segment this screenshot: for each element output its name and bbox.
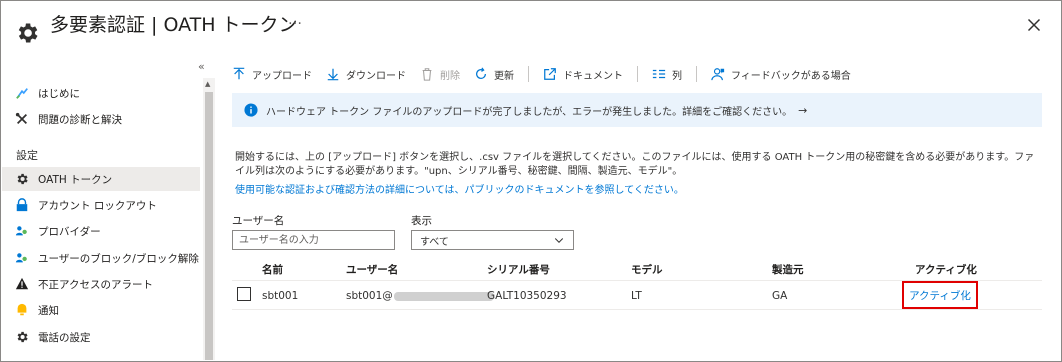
- documentation-button[interactable]: ドキュメント: [543, 67, 623, 82]
- highlight-box: アクティブ化: [902, 281, 978, 309]
- activate-link[interactable]: アクティブ化: [909, 288, 971, 303]
- refresh-button[interactable]: 更新: [474, 67, 514, 82]
- sidebar-item-account-lockout[interactable]: アカウント ロックアウト: [2, 193, 200, 217]
- upload-button[interactable]: アップロード: [232, 67, 312, 82]
- cell-manufacturer: GA: [772, 290, 788, 302]
- sidebar-item-troubleshoot[interactable]: 問題の診断と解決: [2, 107, 200, 131]
- sidebar-item-label: 通知: [38, 304, 59, 317]
- collapse-sidebar-button[interactable]: «: [198, 60, 205, 73]
- column-header-username[interactable]: ユーザー名: [346, 262, 398, 277]
- sidebar-item-label: プロバイダー: [38, 225, 101, 238]
- page-title: 多要素認証 | OATH トークン: [50, 14, 298, 36]
- refresh-label: 更新: [494, 70, 514, 82]
- download-label: ダウンロード: [346, 70, 406, 82]
- chevron-down-icon: [554, 238, 564, 243]
- sidebar-item-label: はじめに: [38, 87, 80, 100]
- cell-username: sbt001@: [346, 290, 494, 302]
- sidebar-scroll-thumb[interactable]: [205, 92, 213, 360]
- column-header-serial[interactable]: シリアル番号: [487, 262, 550, 277]
- sidebar-item-label: 電話の設定: [38, 331, 91, 344]
- sidebar-item-oath-tokens[interactable]: OATH トークン: [2, 167, 200, 191]
- display-filter-label: 表示: [411, 215, 432, 227]
- redacted-text: [393, 291, 494, 301]
- delete-label: 削除: [440, 70, 460, 82]
- toolbar-divider: [528, 66, 529, 82]
- cell-name: sbt001: [262, 290, 299, 302]
- bell-icon: [14, 302, 30, 318]
- command-bar: アップロード ダウンロード 削除 更新 ドキュメント 列 フィードバックがある場…: [232, 62, 865, 86]
- toolbar-divider: [637, 66, 638, 82]
- columns-button[interactable]: 列: [652, 67, 682, 82]
- toolbar-divider: [696, 66, 697, 82]
- documentation-label: ドキュメント: [563, 70, 623, 82]
- table-row-divider: [232, 309, 1042, 310]
- sidebar-item-fraud-alert[interactable]: 不正アクセスのアラート: [2, 272, 200, 296]
- feedback-icon: [711, 67, 725, 81]
- warning-icon: [14, 276, 30, 292]
- sidebar-item-label: アカウント ロックアウト: [38, 199, 157, 212]
- scroll-up-icon[interactable]: ▲: [205, 80, 210, 88]
- display-filter-value: すべて: [420, 236, 449, 248]
- gear-icon: [14, 329, 30, 345]
- upload-icon: [232, 67, 246, 81]
- username-search-input[interactable]: [232, 230, 395, 250]
- quickstart-icon: [14, 85, 30, 101]
- delete-button[interactable]: 削除: [420, 67, 460, 82]
- sidebar-item-label: ユーザーのブロック/ブロック解除: [38, 252, 199, 265]
- columns-icon: [652, 67, 666, 81]
- row-select-checkbox[interactable]: [237, 287, 251, 301]
- column-header-model[interactable]: モデル: [631, 262, 663, 277]
- people-icon: [14, 223, 30, 239]
- people-icon: [14, 250, 30, 266]
- column-header-manufacturer[interactable]: 製造元: [772, 262, 804, 277]
- sidebar-item-block-unblock[interactable]: ユーザーのブロック/ブロック解除: [2, 246, 200, 270]
- columns-label: 列: [672, 70, 682, 82]
- wrench-icon: [14, 111, 30, 127]
- trash-icon: [420, 67, 434, 81]
- cell-model: LT: [631, 290, 642, 302]
- gear-icon: [18, 23, 38, 43]
- arrow-right-icon[interactable]: →: [798, 104, 807, 117]
- column-header-activation[interactable]: アクティブ化: [915, 262, 977, 277]
- feedback-button[interactable]: フィードバックがある場合: [711, 67, 851, 82]
- sidebar-item-label: 問題の診断と解決: [38, 113, 122, 126]
- download-icon: [326, 67, 340, 81]
- refresh-icon: [474, 67, 488, 81]
- gear-icon: [14, 171, 30, 187]
- feedback-label: フィードバックがある場合: [731, 70, 851, 82]
- sidebar-section-settings: 設定: [16, 149, 38, 162]
- display-filter-dropdown[interactable]: すべて: [411, 230, 574, 250]
- cell-username-text: sbt001@: [346, 290, 393, 302]
- blade-header: 多要素認証 | OATH トークン …: [0, 0, 1060, 58]
- sidebar-item-getting-started[interactable]: はじめに: [2, 81, 200, 105]
- info-icon: [244, 103, 258, 117]
- info-banner[interactable]: ハードウェア トークン ファイルのアップロードが完了しましたが、エラーが発生しま…: [232, 93, 1042, 127]
- column-header-name[interactable]: 名前: [262, 262, 283, 277]
- external-link-icon: [543, 67, 557, 81]
- close-icon[interactable]: [1023, 14, 1045, 36]
- docs-link[interactable]: 使用可能な認証および確認方法の詳細については、パブリックのドキュメントを参照して…: [235, 181, 684, 196]
- lock-icon: [14, 197, 30, 213]
- download-button[interactable]: ダウンロード: [326, 67, 406, 82]
- sidebar-item-notifications[interactable]: 通知: [2, 298, 200, 322]
- cell-serial: GALT10350293: [487, 290, 567, 302]
- more-options-button[interactable]: …: [288, 12, 303, 28]
- username-filter-label: ユーザー名: [232, 215, 285, 227]
- upload-label: アップロード: [252, 70, 312, 82]
- sidebar-item-phone-settings[interactable]: 電話の設定: [2, 325, 200, 349]
- info-message: ハードウェア トークン ファイルのアップロードが完了しましたが、エラーが発生しま…: [266, 106, 793, 118]
- sidebar-item-label: 不正アクセスのアラート: [38, 278, 153, 291]
- sidebar-item-label: OATH トークン: [38, 173, 113, 186]
- instructions-text: 開始するには、上の [アップロード] ボタンを選択し、.csv ファイルを選択し…: [235, 152, 1035, 177]
- sidebar-item-providers[interactable]: プロバイダー: [2, 219, 200, 243]
